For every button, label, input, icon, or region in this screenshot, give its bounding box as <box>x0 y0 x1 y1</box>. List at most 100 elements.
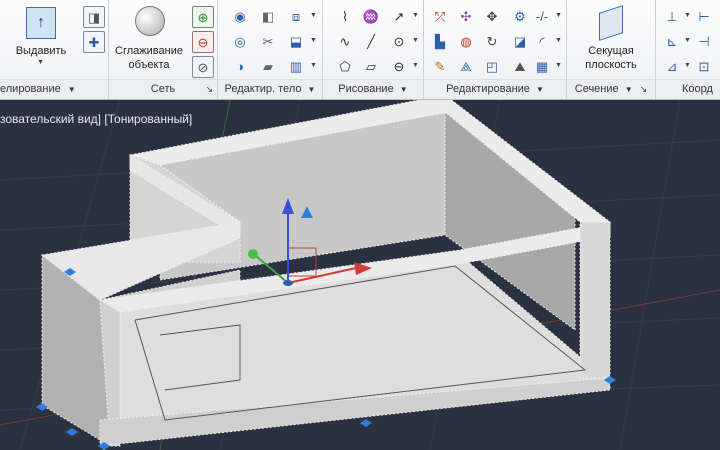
extrude-dropdown-icon[interactable]: ▼ <box>37 59 44 66</box>
slice-icon[interactable]: ✂ <box>258 31 278 51</box>
union-icon[interactable]: ◉ <box>230 6 250 26</box>
viewport-label[interactable]: зовательский вид] [Тонированный] <box>0 112 192 126</box>
ucs-view-dropdown-icon[interactable]: ▼ <box>684 62 691 69</box>
panel-modeling-title[interactable]: елирование ▼ <box>0 79 108 99</box>
circle-icon[interactable]: ⊙ <box>389 31 409 51</box>
rotate3d-icon[interactable]: ↻ <box>482 31 502 51</box>
fillet-icon[interactable]: ◜ <box>532 31 552 51</box>
panel-modify-title[interactable]: Редактирование ▼ <box>424 79 566 99</box>
ellipse-dropdown-icon[interactable]: ▼ <box>412 62 419 69</box>
panel-modeling-title-text: елирование <box>0 83 61 95</box>
section-plane-icon <box>599 5 623 41</box>
panel-mesh-title[interactable]: Сеть ↘ <box>109 79 217 99</box>
offset-icon[interactable]: -/- <box>532 6 552 26</box>
panel-modeling: ↑ Выдавить ▼ ◨ ✚ елирование ▼ <box>0 0 109 99</box>
interference-icon[interactable]: ⛰ <box>510 56 530 76</box>
group-dropdown-icon[interactable]: ▼ <box>555 62 562 69</box>
smooth-label-line1: Сглаживание <box>115 45 183 57</box>
ucs-dropdown-icon[interactable]: ▼ <box>684 12 691 19</box>
solid-box-icon[interactable]: ⧈ <box>286 6 306 26</box>
ucs-zaxis-icon[interactable]: ⊣ <box>694 31 714 51</box>
panel-draw-title-text: Рисование <box>338 83 394 95</box>
sweep-icon[interactable]: ✚ <box>83 31 105 53</box>
extrude-button[interactable]: ↑ Выдавить ▼ <box>10 4 72 66</box>
section-plane-button[interactable]: Секущая плоскость <box>571 4 651 76</box>
panel-solid-edit: ◉ ◧ ⧈ ▼ ◎ ✂ ⬓ ▼ ◑ ▰ ▥ ▼ Редактир. тело ▼ <box>218 0 323 99</box>
panel-coordinates-title[interactable]: Коорд <box>656 79 720 99</box>
panel-mesh: Сглаживание объекта ⊕ ⊖ ⊘ Сеть ↘ <box>109 0 218 99</box>
ucs-3point-icon[interactable]: ⊡ <box>694 56 714 76</box>
grip[interactable] <box>66 428 78 436</box>
mesh-add-icon[interactable]: ⊕ <box>192 6 214 28</box>
smooth-label-line2: объекта <box>128 59 170 71</box>
shell-icon[interactable]: ⬓ <box>286 31 306 51</box>
panel-draw: ⌇ ♒ ↗ ▼ ∿ ╱ ⊙ ▼ ⬠ ▱ ⊖ ▼ Рисование ▼ <box>323 0 424 99</box>
intersect-icon[interactable]: ◑ <box>230 56 250 76</box>
spline-icon[interactable]: ∿ <box>335 31 355 51</box>
panel-section: Секущая плоскость Сечение ▼ ↘ <box>567 0 656 99</box>
match-properties-icon[interactable]: ✎ <box>430 56 450 76</box>
extrude-icon: ↑ <box>26 7 56 39</box>
section-plane-label-line1: Секущая <box>588 45 634 57</box>
polyline-icon[interactable]: ⌇ <box>335 6 355 26</box>
panel-modify-title-text: Редактирование <box>446 83 530 95</box>
gizmo-origin[interactable] <box>283 280 293 286</box>
panel-solid-edit-title[interactable]: Редактир. тело ▼ <box>218 79 322 99</box>
scale-icon[interactable]: ◰ <box>482 56 502 76</box>
panel-section-title[interactable]: Сечение ▼ ↘ <box>567 79 655 99</box>
extend-icon[interactable]: ◪ <box>510 31 530 51</box>
grip[interactable] <box>360 419 372 427</box>
gizmo-rotate-icon[interactable]: ✣ <box>456 6 476 26</box>
presspull-icon[interactable]: ◨ <box>83 6 105 28</box>
panel-section-dropdown-icon: ▼ <box>624 85 633 94</box>
solid-box-dropdown-icon[interactable]: ▼ <box>310 12 317 19</box>
offset-dropdown-icon[interactable]: ▼ <box>555 12 562 19</box>
separate-icon[interactable]: ▥ <box>286 56 306 76</box>
subtract-icon[interactable]: ◎ <box>230 31 250 51</box>
separate-dropdown-icon[interactable]: ▼ <box>310 62 317 69</box>
helix-icon[interactable]: ♒ <box>361 6 381 26</box>
solid-object[interactable] <box>40 100 612 447</box>
panel-modify: ⤱ ✣ ✥ ⚙ -/- ▼ ▙ ◍ ↻ ◪ ◜ ▼ ✎ ⟁ ◰ ⛰ ▦ ▼ Ре… <box>424 0 567 99</box>
right-wall-outer-face <box>579 221 611 379</box>
panel-modify-dropdown-icon: ▼ <box>535 85 544 94</box>
panel-mesh-launcher-icon[interactable]: ↘ <box>205 80 213 99</box>
ucs-world-icon[interactable]: ⊾ <box>662 31 682 51</box>
line-icon[interactable]: ╱ <box>361 31 381 51</box>
extract-edges-icon[interactable]: ◧ <box>258 6 278 26</box>
arc-dropdown-icon[interactable]: ▼ <box>412 12 419 19</box>
panel-modeling-dropdown-icon: ▼ <box>67 85 76 94</box>
panel-section-launcher-icon[interactable]: ↘ <box>640 84 648 94</box>
rectangle-icon[interactable]: ▱ <box>361 56 381 76</box>
gizmo-move-icon[interactable]: ⤱ <box>430 6 450 26</box>
gizmo-y-handle[interactable] <box>248 249 258 259</box>
shell-dropdown-icon[interactable]: ▼ <box>310 37 317 44</box>
gizmo-scale-icon[interactable]: ✥ <box>482 6 502 26</box>
extrude-label: Выдавить <box>15 45 67 57</box>
ucs-icon[interactable]: ⊥ <box>662 6 682 26</box>
thicken-icon[interactable]: ▰ <box>258 56 278 76</box>
arc-icon[interactable]: ↗ <box>389 6 409 26</box>
align3d-icon[interactable]: ⟁ <box>456 56 476 76</box>
fillet-dropdown-icon[interactable]: ▼ <box>555 37 562 44</box>
viewport-3d[interactable] <box>0 100 720 450</box>
group-icon[interactable]: ▦ <box>532 56 552 76</box>
panel-solid-edit-dropdown-icon: ▼ <box>307 85 316 94</box>
panel-draw-title[interactable]: Рисование ▼ <box>323 79 423 99</box>
mesh-refine-icon[interactable]: ⊘ <box>192 56 214 78</box>
smooth-object-button[interactable]: Сглаживание объекта <box>109 4 189 74</box>
ellipse-icon[interactable]: ⊖ <box>389 56 409 76</box>
mirror3d-icon[interactable]: ◍ <box>456 31 476 51</box>
ribbon: ↑ Выдавить ▼ ◨ ✚ елирование ▼ Сглаживани… <box>0 0 720 100</box>
panel-coordinates: ⊥ ▼ ⊢ ⊾ ▼ ⊣ ⊿ ▼ ⊡ Коорд <box>656 0 720 99</box>
section-plane-label-line2: плоскость <box>585 59 637 71</box>
mesh-remove-icon[interactable]: ⊖ <box>192 31 214 53</box>
ucs-world-dropdown-icon[interactable]: ▼ <box>684 37 691 44</box>
ucs-view-icon[interactable]: ⊿ <box>662 56 682 76</box>
array-icon[interactable]: ⚙ <box>510 6 530 26</box>
polygon-icon[interactable]: ⬠ <box>335 56 355 76</box>
align-icon[interactable]: ▙ <box>430 31 450 51</box>
circle-dropdown-icon[interactable]: ▼ <box>412 37 419 44</box>
panel-coordinates-title-text: Коорд <box>682 83 713 95</box>
ucs-origin-icon[interactable]: ⊢ <box>694 6 714 26</box>
